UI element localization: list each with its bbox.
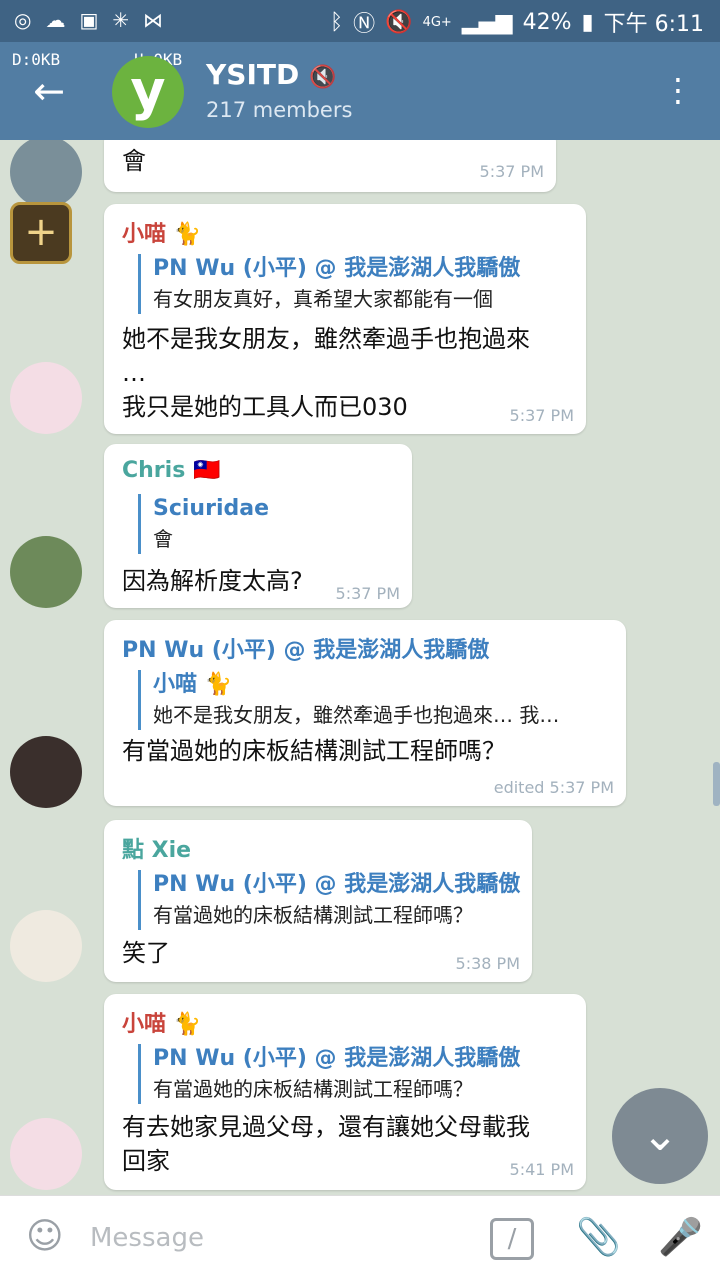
message-bubble[interactable]: Chris 🇹🇼 Sciuridae 會 因為解析度太高? 5:37 PM (104, 444, 412, 608)
nfc-icon: Ⓝ (353, 12, 376, 37)
network-down: D:0KB (12, 50, 61, 69)
gallery-icon: ▣ (79, 8, 99, 32)
message-bubble[interactable]: 點 Xie PN Wu (小平) @ 我是澎湖人我驕傲 有當過她的床板結構測試工… (104, 820, 532, 982)
message-time: 5:37 PM (509, 406, 574, 425)
reply-preview[interactable]: 小喵 🐈 她不是我女朋友，雖然牽過手也抱過來… 我… (138, 670, 559, 730)
sender-name[interactable]: PN Wu (小平) @ 我是澎湖人我驕傲 (122, 632, 489, 664)
sender-name[interactable]: Chris 🇹🇼 (122, 458, 220, 483)
battery-percent: 42% (522, 9, 572, 35)
reply-preview[interactable]: Sciuridae 會 (138, 494, 269, 554)
reply-name: PN Wu (小平) @ 我是澎湖人我驕傲 (153, 872, 521, 897)
scroll-down-button[interactable]: ⌄ (612, 1088, 708, 1184)
message-text: 笑了 (122, 939, 170, 967)
attach-icon[interactable]: 📎 (576, 1216, 621, 1258)
reply-preview[interactable]: PN Wu (小平) @ 我是澎湖人我驕傲 有當過她的床板結構測試工程師嗎？ (138, 870, 520, 930)
message-text: 有當過她的床板結構測試工程師嗎？ (122, 737, 506, 765)
message-time: 5:37 PM (479, 162, 544, 181)
reply-name: 小喵 🐈 (153, 672, 233, 697)
microphone-icon[interactable]: 🎤 (658, 1216, 703, 1258)
app-icon: ✳ (112, 8, 130, 32)
reply-name: PN Wu (小平) @ 我是澎湖人我驕傲 (153, 1046, 521, 1071)
message-bubble[interactable]: 小喵 🐈 PN Wu (小平) @ 我是澎湖人我驕傲 有當過她的床板結構測試工程… (104, 994, 586, 1190)
text-line: 我只是她的工具人而已030 (122, 393, 408, 421)
chevron-down-icon: ⌄ (641, 1110, 679, 1161)
avatar[interactable] (10, 910, 82, 982)
group-avatar[interactable]: y (112, 56, 184, 128)
avatar[interactable] (10, 736, 82, 808)
back-arrow-icon[interactable]: ← (26, 68, 72, 114)
message-input[interactable] (90, 1218, 470, 1258)
more-menu-icon[interactable]: ⋮ (662, 70, 694, 110)
member-count: 217 members (206, 98, 353, 122)
signal-icon: ▂▄▆ (461, 9, 513, 35)
message-time: 5:37 PM (335, 584, 400, 603)
text-line: … (122, 359, 146, 387)
text-line: 有去她家見過父母，還有讓她父母載我 (122, 1113, 530, 1141)
battery-icon: ▮ (581, 9, 594, 35)
message-bubble[interactable]: 會 5:37 PM (104, 140, 556, 192)
text-line: 回家 (122, 1147, 170, 1175)
lte-label: 4G+ (422, 14, 452, 30)
bluetooth-icon: ᛒ (329, 9, 344, 35)
emoji-icon[interactable]: ☺ (26, 1216, 64, 1257)
cat-icon: 🐈 (173, 1012, 202, 1037)
plus-badge-icon[interactable]: + (10, 202, 72, 264)
reply-text: 有當過她的床板結構測試工程師嗎？ (153, 1077, 473, 1101)
group-title[interactable]: YSITD 🔇 (206, 58, 337, 91)
reply-name: PN Wu (小平) @ 我是澎湖人我驕傲 (153, 256, 521, 281)
reply-text: 有女朋友真好，真希望大家都能有一個 (153, 287, 493, 311)
reply-name: Sciuridae (153, 496, 269, 521)
reply-text: 有當過她的床板結構測試工程師嗎？ (153, 903, 473, 927)
compose-bar: ☺ / 📎 🎤 (0, 1195, 720, 1281)
message-time: 5:41 PM (509, 1160, 574, 1179)
clock: 下午 6:11 (603, 12, 704, 37)
weather-icon: ☁ (45, 8, 66, 32)
message-text: 她不是我女朋友，雖然牽過手也抱過來 … 我只是她的工具人而已030 (122, 322, 530, 424)
avatar[interactable] (10, 536, 82, 608)
avatar[interactable] (10, 1118, 82, 1190)
cat-icon: 🐈 (173, 222, 202, 247)
status-bar: ◎ ☁ ▣ ✳ ⋈ ᛒ Ⓝ 🔇 4G+ ▂▄▆ 42% ▮ 下午 6:11 (0, 0, 720, 42)
message-list[interactable]: 會 5:37 PM + 小喵 🐈 PN Wu (小平) @ 我是澎湖人我驕傲 有… (0, 140, 720, 1195)
message-time: 5:38 PM (455, 954, 520, 973)
message-text: 有去她家見過父母，還有讓她父母載我 回家 (122, 1110, 530, 1178)
message-bubble[interactable]: 小喵 🐈 PN Wu (小平) @ 我是澎湖人我驕傲 有女朋友真好，真希望大家都… (104, 204, 586, 434)
muted-icon: 🔇 (309, 65, 337, 90)
reply-text: 會 (153, 527, 173, 551)
scrollbar[interactable] (713, 762, 720, 806)
message-text: 會 (122, 147, 146, 175)
reply-preview[interactable]: PN Wu (小平) @ 我是澎湖人我驕傲 有當過她的床板結構測試工程師嗎？ (138, 1044, 520, 1104)
avatar[interactable] (10, 140, 82, 208)
mute-icon: 🔇 (385, 9, 413, 35)
avatar[interactable] (10, 362, 82, 434)
sender-name[interactable]: 小喵 🐈 (122, 216, 201, 248)
bowtie-icon: ⋈ (143, 8, 164, 32)
message-time: edited 5:37 PM (493, 778, 614, 797)
message-text: 因為解析度太高? (122, 567, 303, 595)
reply-text: 她不是我女朋友，雖然牽過手也抱過來… 我… (153, 703, 560, 727)
bot-command-icon[interactable]: / (490, 1218, 534, 1260)
sender-name[interactable]: 小喵 🐈 (122, 1006, 201, 1038)
chat-header: D:0KB U:0KB ← y YSITD🔇 217 members ⋮ (0, 42, 720, 140)
sender-name[interactable]: 點 Xie (122, 832, 191, 864)
storage-icon: ◎ (14, 8, 32, 32)
message-bubble[interactable]: PN Wu (小平) @ 我是澎湖人我驕傲 小喵 🐈 她不是我女朋友，雖然牽過手… (104, 620, 626, 806)
text-line: 她不是我女朋友，雖然牽過手也抱過來 (122, 325, 530, 353)
reply-preview[interactable]: PN Wu (小平) @ 我是澎湖人我驕傲 有女朋友真好，真希望大家都能有一個 (138, 254, 520, 314)
